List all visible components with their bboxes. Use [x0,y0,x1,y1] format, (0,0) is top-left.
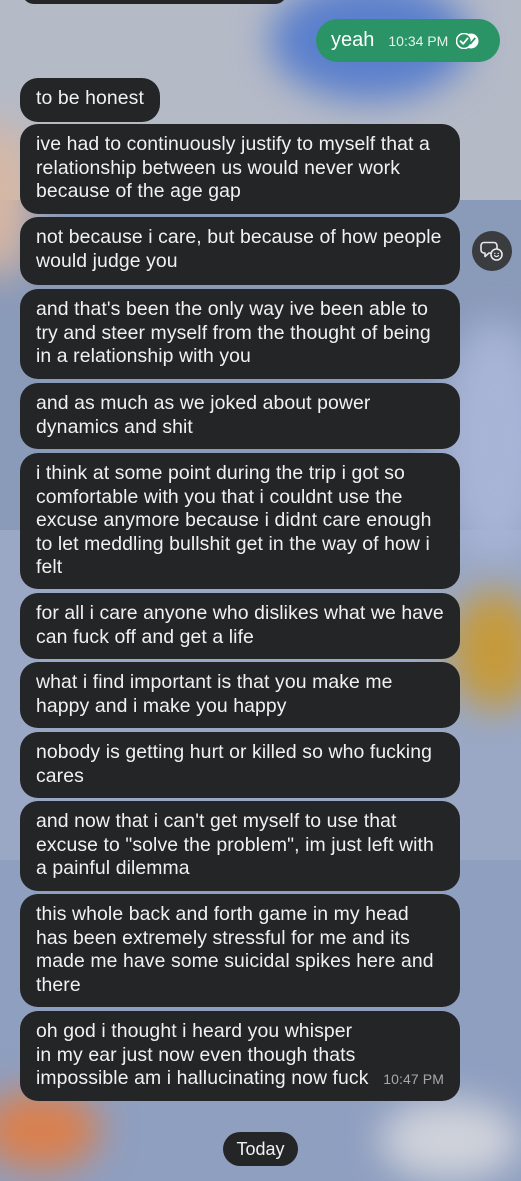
received-message-bubble[interactable]: nobody is getting hurt or killed so who … [20,732,460,798]
sent-message-bubble[interactable]: yeah 10:34 PM [316,19,500,62]
message-time: 10:47 PM [383,1071,444,1088]
received-message-bubble[interactable]: for all i care anyone who dislikes what … [20,593,460,659]
received-message-bubble[interactable]: to be honest [20,78,160,122]
add-reaction-button[interactable] [472,231,512,271]
message-text: what i find important is that you make m… [36,671,393,717]
message-text: this whole back and forth game in my hea… [36,903,434,996]
double-check-icon [456,32,479,49]
message-text: nobody is getting hurt or killed so who … [36,741,432,787]
message-text: oh god i thought i heard you whisper in … [36,1020,369,1090]
date-divider: Today [223,1132,298,1166]
previous-message-bubble[interactable] [22,0,287,4]
received-message-bubble[interactable]: oh god i thought i heard you whisper in … [20,1011,460,1101]
message-time: 10:34 PM [388,32,449,49]
received-message-bubble[interactable]: and now that i can't get myself to use t… [20,801,460,891]
received-message-bubble[interactable]: i think at some point during the trip i … [20,453,460,589]
received-message-bubble[interactable]: this whole back and forth game in my hea… [20,894,460,1007]
received-message-bubble[interactable]: what i find important is that you make m… [20,662,460,728]
message-text: to be honest [36,87,144,109]
message-text: for all i care anyone who dislikes what … [36,602,444,648]
received-message-bubble[interactable]: ive had to continuously justify to mysel… [20,124,460,214]
message-text: i think at some point during the trip i … [36,462,432,579]
message-text: not because i care, but because of how p… [36,226,442,272]
received-message-bubble[interactable]: and as much as we joked about power dyna… [20,383,460,449]
message-text: ive had to continuously justify to mysel… [36,133,430,203]
received-message-bubble[interactable]: not because i care, but because of how p… [20,217,460,285]
message-text: and now that i can't get myself to use t… [36,810,434,880]
message-text: and that's been the only way ive been ab… [36,298,431,368]
add-reaction-icon [480,241,503,261]
date-divider-label: Today [236,1138,285,1159]
received-message-bubble[interactable]: and that's been the only way ive been ab… [20,289,460,379]
message-text: yeah [331,29,375,51]
message-text: and as much as we joked about power dyna… [36,392,371,438]
